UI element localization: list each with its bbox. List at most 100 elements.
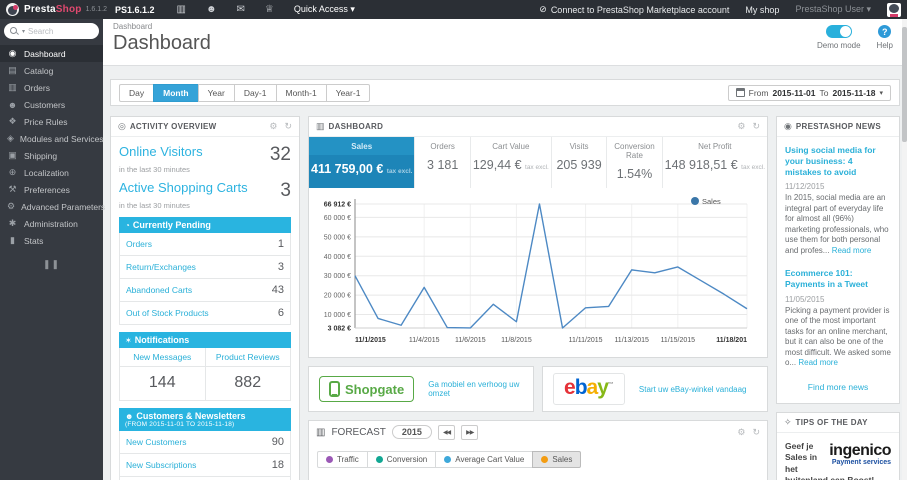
sidebar-item-price-rules[interactable]: ❖ Price Rules: [0, 113, 103, 130]
forecast-legend: Traffic Conversion Average Cart Value Sa…: [309, 443, 767, 476]
cart-icon[interactable]: ▥: [177, 4, 186, 15]
sidebar-item-catalog[interactable]: ▤ Catalog: [0, 62, 103, 79]
legend-chip-conversion[interactable]: Conversion: [366, 451, 437, 468]
period-year-button[interactable]: Year: [197, 83, 235, 102]
cell-value: 882: [234, 374, 262, 391]
sidebar-search[interactable]: ▾: [4, 23, 99, 39]
dashboard-icon: ◉: [8, 48, 17, 58]
sidebar-item-customers[interactable]: ☻ Customers: [0, 96, 103, 113]
messages-icon[interactable]: ✉: [237, 4, 245, 15]
kpi-tab-conversion-rate[interactable]: Conversion Rate 1.54%: [607, 137, 663, 188]
refresh-icon[interactable]: ↻: [752, 427, 760, 438]
gear-icon[interactable]: ⚙: [737, 121, 745, 132]
svg-text:60 000 €: 60 000 €: [324, 215, 351, 222]
sidebar-item-advanced-parameters[interactable]: ⚙ Advanced Parameters: [0, 198, 105, 215]
brand-name: PrestaShop: [24, 4, 82, 15]
user-menu[interactable]: PrestaShop User ▾: [795, 4, 871, 15]
search-scope-caret-icon[interactable]: ▾: [22, 28, 25, 35]
kpi-tab-net-profit[interactable]: Net Profit 148 918,51 € tax excl.: [663, 137, 767, 188]
shopgate-ad[interactable]: Shopgate Ga mobiel en verhoog uw omzet: [308, 366, 534, 412]
shopgate-link[interactable]: Ga mobiel en verhoog uw omzet: [428, 380, 523, 398]
pending-orders-row[interactable]: Orders 1: [120, 233, 290, 256]
new-subscriptions-row[interactable]: New Subscriptions 18: [120, 454, 290, 477]
ebay-ad[interactable]: ebay™ Start uw eBay-winkel vandaag: [542, 366, 768, 412]
pending-returns-row[interactable]: Return/Exchanges 3: [120, 256, 290, 279]
period-month-1-button[interactable]: Month-1: [275, 83, 327, 102]
kpi-value: 129,44 €: [472, 158, 522, 172]
trophy-icon[interactable]: ♕: [265, 4, 274, 15]
refresh-icon[interactable]: ↻: [752, 121, 760, 132]
ebay-link[interactable]: Start uw eBay-winkel vandaag: [639, 385, 747, 394]
kpi-tab-visits[interactable]: Visits 205 939: [552, 137, 608, 188]
sidebar-collapse-icon[interactable]: ❚❚: [0, 259, 103, 270]
administration-icon: ✱: [8, 218, 17, 228]
quick-access-menu[interactable]: Quick Access ▾: [294, 4, 355, 15]
sidebar-item-shipping[interactable]: ▣ Shipping: [0, 147, 103, 164]
demo-mode-toggle[interactable]: [825, 25, 852, 38]
average-cart-value-dot-icon: [444, 456, 452, 463]
sales-line-chart[interactable]: 66 912 € 60 000 € 50 000 € 40 000 € 30 000 €…: [309, 192, 757, 352]
legend-chip-sales[interactable]: Sales: [532, 451, 582, 468]
gear-icon[interactable]: ⚙: [737, 427, 745, 438]
product-reviews-cell[interactable]: Product Reviews 882: [204, 348, 290, 400]
search-input[interactable]: [28, 26, 93, 36]
center-column: ▥ DASHBOARD ⚙ ↻ Sales 411 759,00 € tax exc…: [308, 116, 768, 480]
svg-text:11/8/2015: 11/8/2015: [501, 337, 532, 344]
period-month-button[interactable]: Month: [153, 83, 199, 102]
forecast-next-button[interactable]: ▶▶: [461, 424, 479, 440]
find-more-news-link[interactable]: Find more news: [777, 373, 899, 403]
period-day-button[interactable]: Day: [119, 83, 155, 102]
breadcrumb[interactable]: Dashboard: [113, 22, 897, 31]
sidebar-item-orders[interactable]: ▥ Orders: [0, 79, 103, 96]
read-more-link[interactable]: Read more: [832, 246, 872, 255]
new-customers-row[interactable]: New Customers 90: [120, 431, 290, 454]
sidebar-item-localization[interactable]: ⊕ Localization: [0, 164, 103, 181]
svg-text:Sales: Sales: [702, 197, 721, 206]
sidebar-item-preferences[interactable]: ⚒ Preferences: [0, 181, 103, 198]
row-label: New Subscriptions: [126, 460, 197, 470]
user-avatar[interactable]: [887, 2, 901, 17]
refresh-icon[interactable]: ↻: [284, 121, 292, 132]
read-more-link[interactable]: Read more: [798, 358, 838, 367]
notifications-title: Notifications: [134, 335, 190, 345]
stats-icon: ▮: [10, 235, 15, 245]
kpi-value: 148 918,51 €: [664, 158, 738, 172]
date-range-picker[interactable]: From 2015-11-01 To 2015-11-18 ▾: [727, 84, 891, 101]
kpi-tab-cart-value[interactable]: Cart Value 129,44 € tax excl.: [471, 137, 552, 188]
legend-chip-traffic[interactable]: Traffic: [317, 451, 368, 468]
abandoned-carts-row[interactable]: Abandoned Carts 43: [120, 279, 290, 302]
forecast-panel: ▥ FORECAST 2015 ◀◀ ▶▶ ⚙ ↻ Traffic Convers…: [308, 420, 768, 480]
demo-mode-label: Demo mode: [816, 41, 861, 50]
dashboard-panel-header: ▥ DASHBOARD ⚙ ↻: [309, 117, 767, 137]
advanced-parameters-icon: ⚙: [7, 201, 16, 211]
period-year-1-button[interactable]: Year-1: [325, 83, 371, 102]
sidebar-item-modules[interactable]: ◈ Modules and Services: [0, 130, 104, 147]
sidebar-item-administration[interactable]: ✱ Administration: [0, 215, 103, 232]
legend-chip-average-cart-value[interactable]: Average Cart Value: [435, 451, 534, 468]
ebay-logo: ebay™: [553, 373, 625, 405]
out-of-stock-row[interactable]: Out of Stock Products 6: [120, 302, 290, 324]
period-day-1-button[interactable]: Day-1: [233, 83, 277, 102]
forecast-prev-button[interactable]: ◀◀: [437, 424, 456, 440]
page-scrollbar[interactable]: [902, 19, 907, 480]
my-shop-link[interactable]: My shop: [745, 5, 779, 15]
news-item-title[interactable]: Using social media for your business: 4 …: [785, 145, 891, 178]
help-icon[interactable]: ?: [878, 25, 892, 38]
active-carts-label[interactable]: Active Shopping Carts: [119, 180, 248, 195]
kpi-tab-orders[interactable]: Orders 3 181: [415, 137, 471, 188]
new-messages-cell[interactable]: New Messages 144: [120, 348, 205, 400]
online-visitors-label[interactable]: Online Visitors: [119, 144, 203, 159]
gear-icon[interactable]: ⚙: [269, 121, 277, 132]
customers-quick-icon[interactable]: ☻: [206, 4, 217, 15]
news-item-title[interactable]: Ecommerce 101: Payments in a Tweet: [785, 268, 891, 290]
sidebar-item-label: Orders: [24, 82, 50, 93]
kpi-tab-sales[interactable]: Sales 411 759,00 € tax excl.: [309, 137, 416, 188]
active-carts-sub: in the last 30 minutes: [119, 201, 190, 210]
scrollbar-thumb[interactable]: [902, 27, 907, 142]
cart-icon: ▥: [316, 121, 325, 131]
sidebar-item-stats[interactable]: ▮ Stats: [0, 232, 103, 249]
marketplace-link[interactable]: ⊘ Connect to PrestaShop Marketplace accou…: [539, 4, 729, 15]
row-label: Out of Stock Products: [126, 308, 209, 318]
sidebar-item-dashboard[interactable]: ◉ Dashboard: [0, 45, 103, 62]
chip-label: Conversion: [386, 455, 428, 464]
